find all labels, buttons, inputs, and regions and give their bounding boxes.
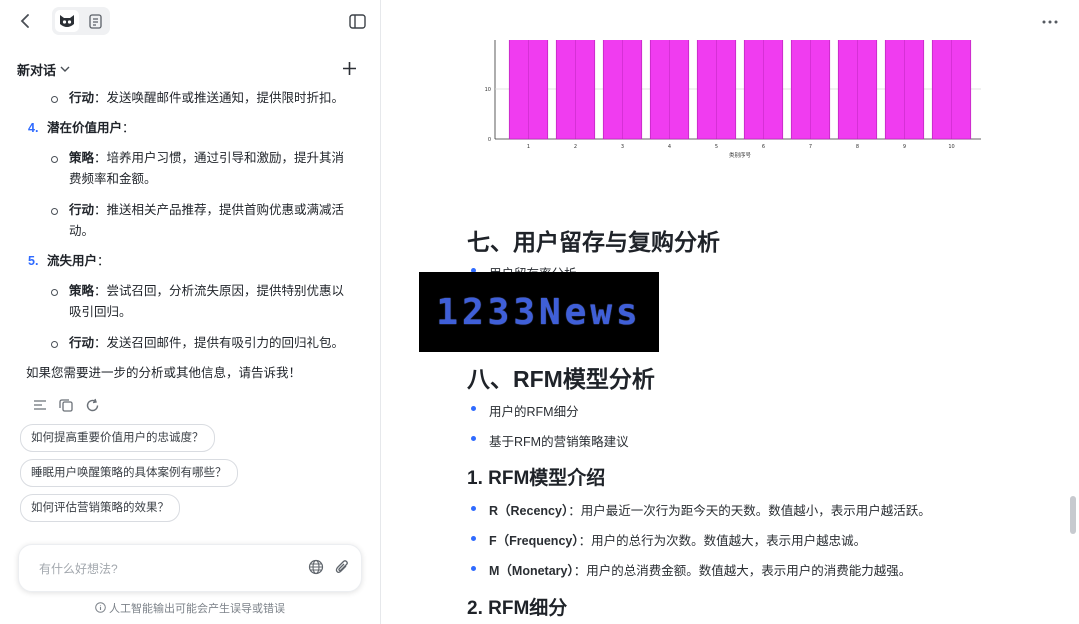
x-axis-label: 类别序号 <box>729 151 752 159</box>
input-placeholder: 有什么好想法? <box>39 562 118 576</box>
x-tick-label: 3 <box>621 144 624 150</box>
suggestion-chip[interactable]: 如何提高重要价值用户的忠诚度？ <box>20 424 215 452</box>
info-icon <box>95 602 106 613</box>
message-line: 行动：发送召回邮件，提供有吸引力的回归礼包。 <box>69 336 345 350</box>
section-heading: 八、RFM模型分析 <box>467 366 655 392</box>
bullet <box>471 536 476 541</box>
x-tick-label: 1 <box>527 144 530 150</box>
subsection-heading: 2. RFM细分 <box>467 598 568 619</box>
format-icon[interactable] <box>32 397 48 413</box>
rfm-item: R（Recency）：用户最近一次行为距今天的天数。数值越小，表示用户越活跃。 <box>489 504 931 518</box>
y-tick-label: 10 <box>485 87 491 93</box>
y-tick-label: 0 <box>488 137 491 143</box>
list-number: 5. <box>28 254 39 268</box>
back-icon[interactable] <box>14 10 36 32</box>
document-mode-icon[interactable] <box>83 10 107 32</box>
chat-panel: 新对话 行动：发送唤醒邮件或推送通知，提供限时折扣。 4. 潜在价值用户： 策略… <box>0 0 381 624</box>
list-number: 4. <box>28 121 39 135</box>
disclaimer: 人工智能输出可能会产生误导或错误 <box>0 600 380 616</box>
chat-input[interactable]: 有什么好想法? <box>18 544 362 592</box>
subsection-heading: 1. RFM模型介绍 <box>467 468 606 489</box>
message-line: 费频率和金额。 <box>69 172 157 186</box>
message-actions <box>32 397 100 413</box>
bullet <box>51 341 58 348</box>
list-item: 用户的RFM细分 <box>489 405 579 419</box>
mode-switcher <box>52 7 110 35</box>
message-line: 策略：培养用户习惯，通过引导和激励，提升其消 <box>69 151 345 165</box>
rfm-item: F（Frequency）：用户的总行为次数。数值越大，表示用户越忠诚。 <box>489 534 867 548</box>
watermark-text: 1233News <box>436 291 642 333</box>
message-line: 潜在价值用户： <box>47 121 135 135</box>
cat-mode-icon[interactable] <box>55 10 79 32</box>
rfm-item: M（Monetary）：用户的总消费金额。数值越大，表示用户的消费能力越强。 <box>489 564 912 578</box>
bullet <box>471 506 476 511</box>
x-tick-label: 5 <box>715 144 718 150</box>
x-tick-label: 4 <box>668 144 671 150</box>
watermark-logo: 1233News <box>419 272 659 352</box>
bar-chart: 0 10 1 2 3 4 5 6 7 8 9 10 类别序号 <box>481 38 986 165</box>
list-item: 基于RFM的营销策略建议 <box>489 435 629 449</box>
copy-icon[interactable] <box>58 397 74 413</box>
chevron-down-icon <box>60 66 70 72</box>
regenerate-icon[interactable] <box>84 397 100 413</box>
bullet <box>471 406 476 411</box>
message-line: 行动：推送相关产品推荐，提供首购优惠或满减活 <box>69 203 345 217</box>
x-tick-label: 2 <box>574 144 577 150</box>
bullet <box>51 96 58 103</box>
x-tick-label: 10 <box>948 144 954 150</box>
message-line: 流失用户： <box>47 254 110 268</box>
bullet <box>471 566 476 571</box>
message-line: 行动：发送唤醒邮件或推送通知，提供限时折扣。 <box>69 91 345 105</box>
more-options-icon[interactable] <box>1041 12 1059 26</box>
chat-title: 新对话 <box>17 63 57 78</box>
new-chat-button[interactable] <box>338 57 360 79</box>
scrollbar-thumb[interactable] <box>1070 496 1076 534</box>
globe-icon[interactable] <box>307 558 325 576</box>
message-line: 策略：尝试召回，分析流失原因，提供特别优惠以 <box>69 284 345 298</box>
message-line: 动。 <box>69 224 95 238</box>
x-tick-label: 6 <box>762 144 765 150</box>
x-tick-label: 7 <box>809 144 812 150</box>
closing-text: 如果您需要进一步的分析或其他信息，请告诉我！ <box>26 366 302 380</box>
attachment-icon[interactable] <box>333 558 351 576</box>
chart-svg: 0 10 1 2 3 4 5 6 7 8 9 10 类别序号 <box>485 38 986 159</box>
x-tick-label: 8 <box>856 144 859 150</box>
sidebar-toggle-icon[interactable] <box>346 10 368 32</box>
bullet <box>51 208 58 215</box>
suggestion-chip[interactable]: 睡眠用户唤醒策略的具体案例有哪些？ <box>20 459 238 487</box>
chat-title-dropdown[interactable]: 新对话 <box>17 60 70 79</box>
disclaimer-text: 人工智能输出可能会产生误导或错误 <box>109 603 285 615</box>
bullet <box>51 289 58 296</box>
section-heading: 七、用户留存与复购分析 <box>467 229 720 255</box>
message-line: 吸引回归。 <box>69 305 132 319</box>
x-tick-label: 9 <box>903 144 906 150</box>
bullet <box>471 436 476 441</box>
suggestion-chip[interactable]: 如何评估营销策略的效果？ <box>20 494 180 522</box>
bullet <box>51 156 58 163</box>
